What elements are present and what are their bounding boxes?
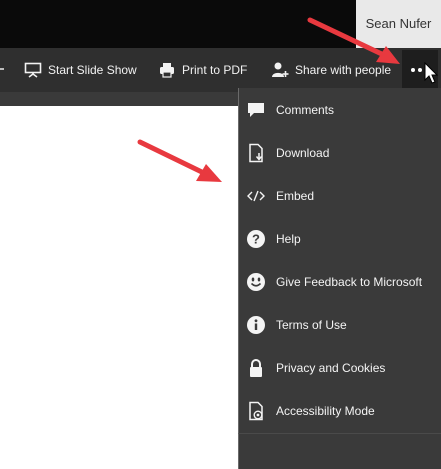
help-icon: ? xyxy=(245,228,267,250)
print-to-pdf-label: Print to PDF xyxy=(182,63,248,77)
add-person-icon xyxy=(271,61,289,79)
comment-icon xyxy=(245,99,267,121)
info-icon xyxy=(245,314,267,336)
embed-icon xyxy=(245,185,267,207)
menu-item-label: Terms of Use xyxy=(276,317,347,332)
lock-icon xyxy=(245,357,267,379)
start-slide-show-label: Start Slide Show xyxy=(48,63,137,77)
menu-item-accessibility-mode[interactable]: Accessibility Mode xyxy=(239,389,441,432)
menu-item-embed[interactable]: Embed xyxy=(239,174,441,217)
menu-item-terms-of-use[interactable]: Terms of Use xyxy=(239,303,441,346)
menu-item-comments[interactable]: Comments xyxy=(239,88,441,131)
toolbar: Start Slide Show Print to PDF Share with… xyxy=(0,48,441,92)
share-with-people-label: Share with people xyxy=(295,63,392,77)
more-options-menu: Comments Download Embed ? Help Give Feed… xyxy=(238,88,441,433)
screenshot: Sean Nufer Start Slide Show Print to PDF… xyxy=(0,0,441,469)
start-slide-show-button[interactable]: Start Slide Show xyxy=(24,48,137,92)
smiley-icon xyxy=(245,271,267,293)
menu-item-label: Comments xyxy=(276,102,335,117)
menu-item-label: Help xyxy=(276,231,301,246)
menu-item-label: Download xyxy=(276,145,330,160)
print-to-pdf-button[interactable]: Print to PDF xyxy=(158,48,247,92)
menu-item-help[interactable]: ? Help xyxy=(239,217,441,260)
accessibility-document-icon xyxy=(245,400,267,422)
title-bar: Sean Nufer xyxy=(0,0,441,48)
user-name[interactable]: Sean Nufer xyxy=(356,0,441,48)
menu-bottom-panel xyxy=(238,433,441,469)
menu-item-download[interactable]: Download xyxy=(239,131,441,174)
slide-canvas-white xyxy=(0,106,238,469)
ellipsis-icon xyxy=(409,61,431,79)
menu-item-give-feedback[interactable]: Give Feedback to Microsoft xyxy=(239,260,441,303)
more-options-button[interactable] xyxy=(402,50,438,90)
download-icon xyxy=(245,142,267,164)
toolbar-left-overflow-mark xyxy=(0,68,4,70)
menu-item-label: Accessibility Mode xyxy=(276,403,375,418)
menu-item-label: Give Feedback to Microsoft xyxy=(276,274,423,289)
svg-text:?: ? xyxy=(252,231,260,246)
menu-item-label: Privacy and Cookies xyxy=(276,360,386,375)
menu-item-privacy-and-cookies[interactable]: Privacy and Cookies xyxy=(239,346,441,389)
printer-icon xyxy=(158,61,176,79)
menu-item-label: Embed xyxy=(276,188,315,203)
share-with-people-button[interactable]: Share with people xyxy=(271,48,391,92)
projector-screen-icon xyxy=(24,61,42,79)
